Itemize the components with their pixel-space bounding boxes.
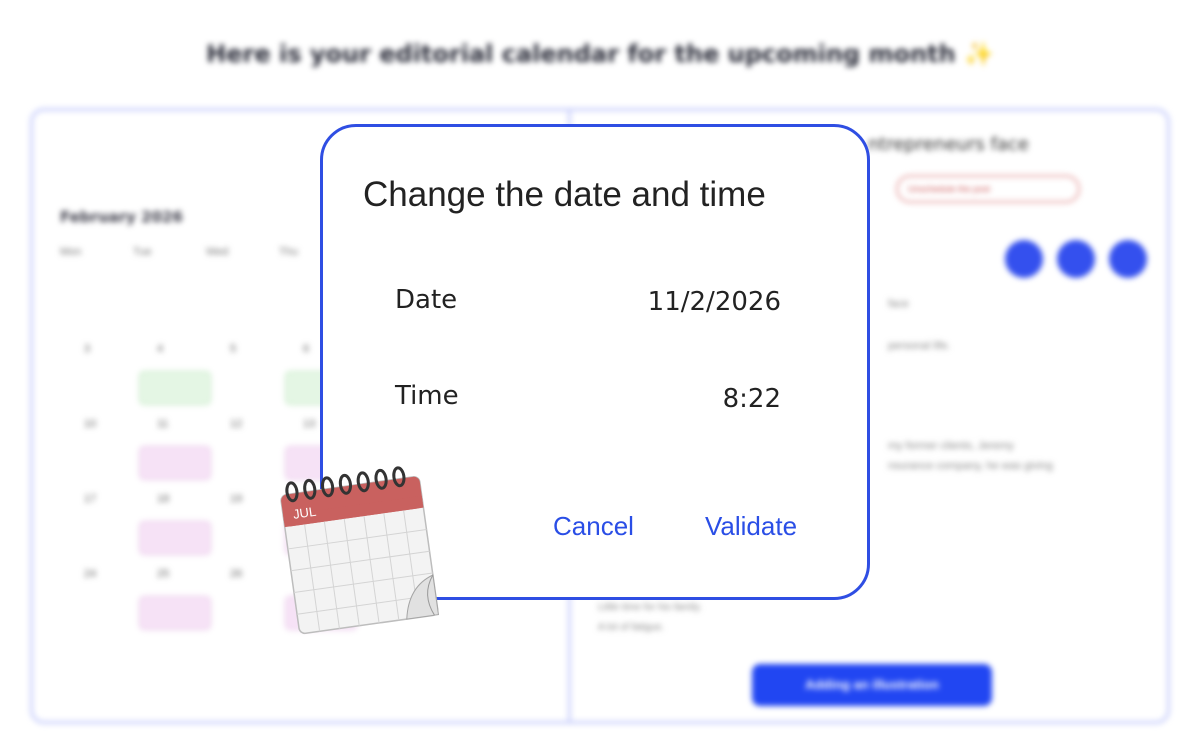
post-text-line: personal life. (888, 340, 951, 352)
dialog-title: Change the date and time (363, 175, 766, 214)
scheduled-post-chip[interactable] (139, 596, 211, 630)
time-label: Time (395, 381, 459, 411)
post-bullets: Little time for his family. A lot of fat… (598, 598, 702, 638)
post-text-line: face (888, 298, 909, 310)
add-illustration-button[interactable]: Adding an illustration (752, 664, 992, 706)
day-number: 5 (230, 343, 237, 355)
weekday-label: Mon (60, 246, 82, 258)
info-icon[interactable] (1109, 240, 1147, 278)
scheduled-post-chip[interactable] (139, 521, 211, 555)
calendar-day[interactable]: 4 (133, 343, 211, 418)
day-number: 25 (157, 568, 170, 580)
post-action-buttons (1005, 240, 1147, 278)
post-title: ntrepreneurs face (868, 134, 1029, 155)
date-value[interactable]: 11/2/2026 (648, 287, 781, 317)
day-number: 6 (303, 343, 310, 355)
weekday-label: Wed (206, 246, 229, 258)
weekday-label: Tue (133, 246, 152, 258)
calendar-day[interactable]: 24 (60, 568, 133, 643)
day-number: 10 (84, 418, 97, 430)
calendar-day[interactable]: 25 (133, 568, 211, 643)
post-text-line: my former clients, Jeremy (888, 440, 1014, 452)
calendar-day[interactable]: 10 (60, 418, 133, 493)
day-number: 18 (157, 493, 170, 505)
calendar-day[interactable]: 12 (206, 418, 279, 493)
calendar-icon: JUL (280, 466, 440, 635)
date-label: Date (395, 285, 458, 315)
calendar-day[interactable]: 5 (206, 343, 279, 418)
comment-icon[interactable] (1005, 240, 1043, 278)
calendar-day[interactable]: 18 (133, 493, 211, 568)
bullet-item: Little time for his family. (598, 602, 702, 613)
screen: Here is your editorial calendar for the … (0, 0, 1200, 750)
day-number: 26 (230, 568, 243, 580)
cancel-button[interactable]: Cancel (553, 511, 634, 542)
day-number: 19 (230, 493, 243, 505)
validate-button[interactable]: Validate (705, 511, 797, 542)
scheduled-post-chip[interactable] (139, 371, 211, 405)
scheduled-post-chip[interactable] (139, 446, 211, 480)
calendar-icon-month: JUL (292, 504, 317, 522)
time-value[interactable]: 8:22 (723, 384, 781, 414)
post-text-line: nsurance company, he was giving (888, 460, 1053, 472)
calendar-day[interactable]: 11 (133, 418, 211, 493)
page-headline: Here is your editorial calendar for the … (206, 40, 994, 68)
day-number: 4 (157, 343, 164, 355)
bullet-item: A lot of fatigue. (598, 622, 665, 633)
unschedule-button[interactable]: Unschedule the post (896, 175, 1080, 203)
day-number: 13 (303, 418, 316, 430)
day-number: 17 (84, 493, 97, 505)
save-icon[interactable] (1057, 240, 1095, 278)
calendar-day[interactable]: 26 (206, 568, 279, 643)
day-number: 12 (230, 418, 243, 430)
calendar-day[interactable]: 17 (60, 493, 133, 568)
day-number: 11 (157, 418, 169, 430)
day-number: 3 (84, 343, 91, 355)
day-number: 24 (84, 568, 97, 580)
calendar-day[interactable]: 19 (206, 493, 279, 568)
calendar-day[interactable]: 3 (60, 343, 133, 418)
